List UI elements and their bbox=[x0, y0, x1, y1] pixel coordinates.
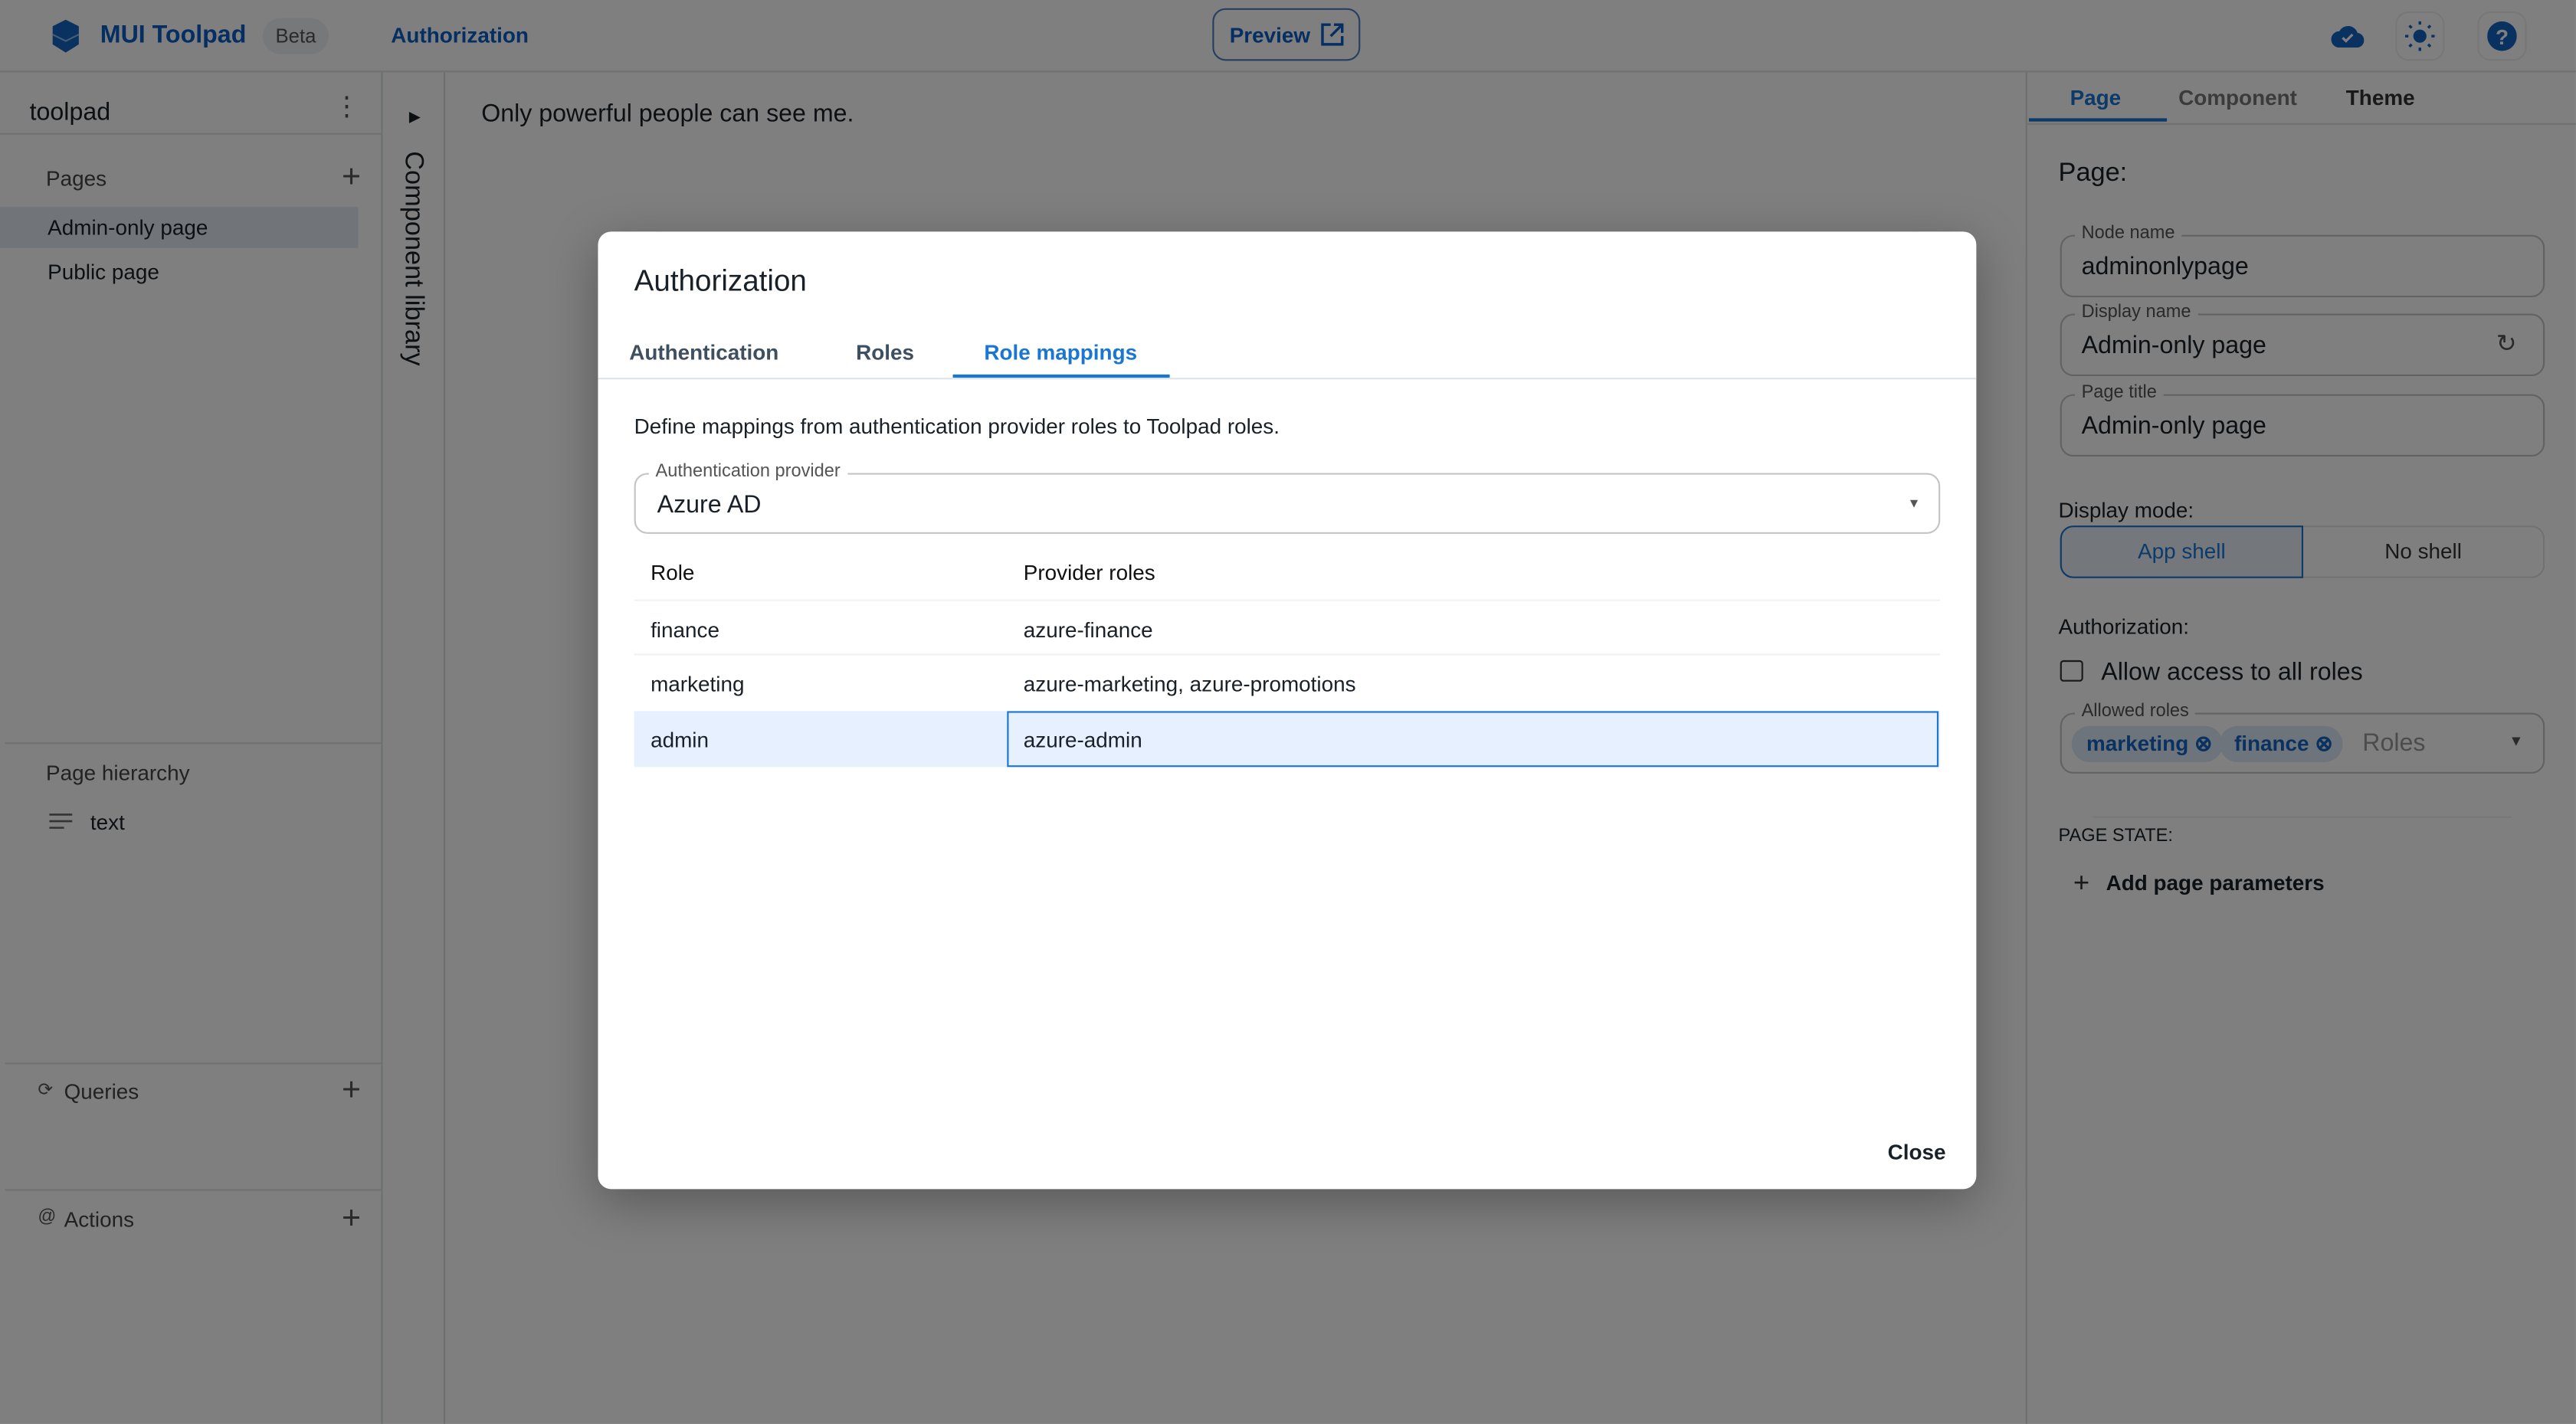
dialog-title: Authorization bbox=[634, 264, 807, 298]
provider-roles-cell[interactable]: azure-finance bbox=[1024, 617, 1153, 642]
table-row[interactable]: finance azure-finance bbox=[634, 601, 1941, 656]
provider-roles-cell-editing[interactable]: azure-admin bbox=[1007, 711, 1939, 768]
role-cell: finance bbox=[651, 617, 719, 643]
tab-role-mappings[interactable]: Role mappings bbox=[984, 340, 1137, 365]
authorization-dialog: Authorization Authentication Roles Role … bbox=[598, 231, 1977, 1190]
provider-select[interactable]: Authentication provider Azure AD ▼ bbox=[634, 461, 1941, 534]
dialog-description: Define mappings from authentication prov… bbox=[634, 414, 1280, 439]
close-button[interactable]: Close bbox=[1888, 1140, 1946, 1164]
provider-roles-cell[interactable]: azure-marketing, azure-promotions bbox=[1024, 672, 1356, 696]
provider-roles-value: azure-admin bbox=[1023, 727, 1142, 752]
table-row[interactable]: marketing azure-marketing, azure-promotio… bbox=[634, 657, 1941, 712]
tab-authentication[interactable]: Authentication bbox=[629, 340, 778, 365]
role-mappings-table: Role Provider roles finance azure-finance… bbox=[634, 544, 1941, 768]
role-cell: admin bbox=[651, 727, 710, 752]
column-header-provider-roles: Provider roles bbox=[1023, 560, 1155, 585]
dropdown-arrow-icon: ▼ bbox=[1907, 496, 1921, 511]
column-header-role: Role bbox=[651, 560, 695, 585]
tab-roles[interactable]: Roles bbox=[856, 340, 914, 365]
table-row-selected[interactable]: admin azure-admin bbox=[634, 711, 1941, 768]
role-cell: marketing bbox=[651, 671, 745, 697]
provider-label: Authentication provider bbox=[648, 461, 847, 482]
provider-value: Azure AD bbox=[657, 491, 762, 519]
